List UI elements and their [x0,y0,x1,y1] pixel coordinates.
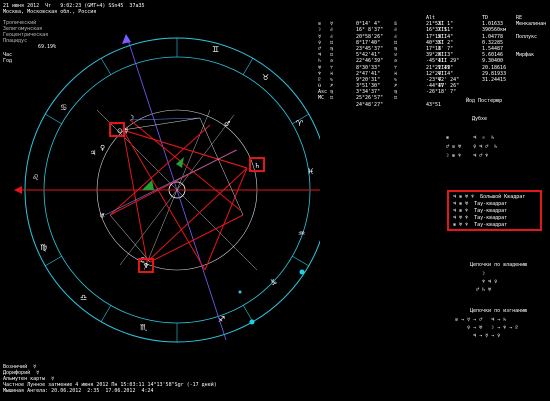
planet-glyphs: ⊙ ☿ ♀ ☽ ♂ ♃ ♄ ♅ ♆ ♇ [90,114,260,270]
sign-capricorn-glyph: ♑ [270,278,277,287]
sign-cancer-glyph: ♋ [60,103,67,112]
natal-chart-wheel[interactable]: ♊ ♉ ♈ ♓ ♒ ♑ ♐ ♏ ♎ ♍ ♌ ♋ ⊙ ☿ ♀ ☽ ♂ ♃ ♄ ♅ … [0,0,320,345]
fixed-star-label: Йод Постерюр [466,98,503,104]
cyan-marker-3 [238,290,242,294]
aspect-config-line: ♃ ⊗ ♅ ♆ Большой Квадрат [453,194,526,200]
planet-mars-glyph: ♂ [224,120,230,128]
planet-venus-glyph: ♀ [100,144,105,152]
table-cell [330,102,338,108]
dubhe-label: Дубхе [472,116,488,122]
sign-aries-glyph: ♈ [296,119,303,128]
table-cell [516,102,546,108]
table-cell [318,102,330,108]
aspect-config-line: ♃ ♅ ♆ Тау-квадрат [453,215,508,221]
sign-taurus-glyph: ♉ [262,73,269,82]
exaltation-chains-title: Цепочки по изгнанию [470,308,528,314]
table-cell: 43°51 [426,101,442,108]
table-cell: 24°48'27" [356,101,384,108]
planet-moon-glyph: ☽ [128,114,134,122]
table-row: 24°48'27" 43°51 [318,102,546,108]
aspect-config-line: ⊗ ♅ ♆ Тау-квадрат [453,222,508,228]
ascendant-arrow [14,186,22,194]
exaltation-chains-diagram: ⊙ → ☿ → ♂ ♃ → ♄ ♀ → ♅ ☽ → ♆ → ♇ ♃ → ☿ → … [455,317,519,339]
planet-jupiter-glyph: ♃ [90,149,96,157]
planet-saturn-glyph: ♄ [254,162,260,170]
planet-sun-glyph: ⊙ [117,127,123,135]
sign-pisces-glyph: ♓ [307,167,314,176]
mc-arrow [122,34,131,44]
sign-aquarius-glyph: ♒ [298,229,305,238]
cyan-marker-2 [249,319,255,325]
cyan-marker-1 [299,269,305,275]
planet-uranus-glyph: ♅ [99,212,105,220]
sign-virgo-glyph: ♍ [40,243,47,252]
sign-gemini-glyph: ♊ [212,45,219,54]
aspect-configurations-box: ♃ ⊗ ♅ ♆ Большой Квадрат ♃ ⊗ ♅ Тау-квадра… [447,190,542,231]
table-cell [394,102,426,108]
sign-libra-glyph: ♎ [80,293,87,302]
planet-positions-table: Alt TD RE ⊙ ☿ 0°14' 4" ♋ 21°53' 1" XI 1.01633 М… [318,15,546,108]
table-cell [338,102,356,108]
sign-leo-glyph: ♌ [32,173,39,182]
sign-glyphs: ♊ ♉ ♈ ♓ ♒ ♑ ♐ ♏ ♎ ♍ ♌ ♋ [32,45,314,332]
aspect-config-line: ♃ ⊗ ♆ Тау-квадрат [453,208,508,214]
ownership-chains-diagram: ☽ ♆ ♃ ♀ ♂ ♄ ♅ [476,271,498,293]
ownership-chains-title: Цепочки по владению [470,262,528,268]
aspect-config-line: ♃ ⊗ ♅ Тау-квадрат [453,201,508,207]
angel-info: Мышиная Ангела: 20.06.2012 2:35 17.06.20… [3,388,154,394]
sign-scorpio-glyph: ♏ [140,323,148,332]
mini-aspect-grid: ⊗ ♃ ☉ ♄ ♂ ⊙ ♅ ♀ ♃ ♂ ♄ ☽ ⊕ ♆ ♃ ♂ ♆ [446,135,498,159]
